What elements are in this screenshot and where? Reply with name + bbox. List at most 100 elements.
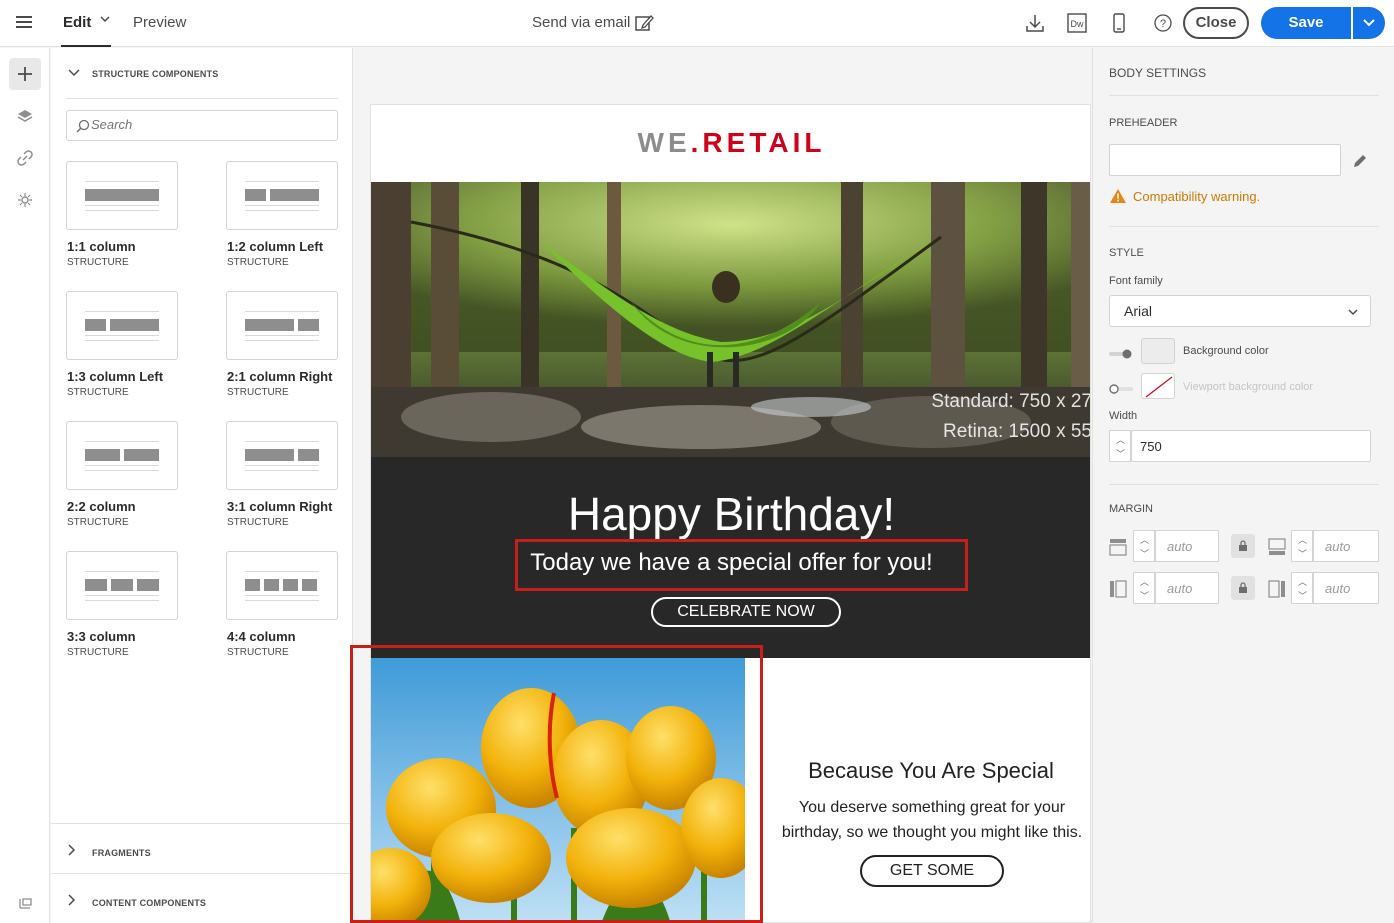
search-field[interactable] — [66, 110, 338, 141]
body-settings-panel: BODY SETTINGS PREHEADER Compatibility wa… — [1092, 48, 1394, 923]
settings-grid-icon — [18, 193, 32, 207]
structure-components-header[interactable]: STRUCTURE COMPONENTS — [68, 69, 219, 79]
component-3-1-column-right[interactable]: 3:1 column Right STRUCTURE — [226, 421, 338, 528]
divider — [1109, 95, 1379, 96]
dreamweaver-icon[interactable]: Dw — [1066, 12, 1088, 34]
bottom-rail-button[interactable] — [9, 888, 41, 920]
save-button[interactable]: Save — [1261, 7, 1351, 39]
special-body[interactable]: You deserve something great for your bir… — [776, 795, 1088, 845]
margin-lock-vertical[interactable] — [1231, 534, 1255, 558]
component-1-3-column-left[interactable]: 1:3 column Left STRUCTURE — [66, 291, 178, 398]
margin-right-stepper[interactable]: ︿ ﹀ — [1291, 572, 1313, 604]
layers-button[interactable] — [9, 100, 41, 132]
margin-left-icon — [1109, 580, 1127, 598]
component-thumbnail — [226, 551, 338, 620]
tab-edit[interactable]: Edit — [63, 14, 91, 31]
component-thumbnail — [66, 551, 178, 620]
component-type: STRUCTURE — [67, 517, 129, 528]
edit-subject-icon[interactable] — [634, 13, 654, 33]
margin-left-stepper[interactable]: ︿ ﹀ — [1133, 572, 1155, 604]
component-4-4-column[interactable]: 4:4 column STRUCTURE — [226, 551, 338, 658]
link-icon — [17, 150, 33, 166]
headline[interactable]: Happy Birthday! — [371, 487, 1090, 541]
compatibility-warning[interactable]: Compatibility warning. — [1109, 188, 1260, 204]
tab-preview[interactable]: Preview — [133, 14, 186, 31]
offer-text[interactable]: Today we have a special offer for you! — [371, 549, 1090, 577]
brand-logo[interactable]: WE.RETAIL — [371, 127, 1090, 159]
help-icon[interactable]: ? — [1152, 12, 1174, 34]
component-type: STRUCTURE — [67, 387, 129, 398]
get-some-button[interactable]: GET SOME — [860, 855, 1004, 887]
send-via-email-label[interactable]: Send via email — [532, 14, 630, 31]
component-name: 4:4 column — [227, 629, 296, 644]
birthday-section[interactable]: Happy Birthday! Today we have a special … — [371, 457, 1090, 658]
viewport-background-swatch[interactable] — [1141, 373, 1175, 399]
component-name: 2:1 column Right — [227, 369, 333, 384]
special-title[interactable]: Because You Are Special — [771, 758, 1090, 784]
margin-top-stepper[interactable]: ︿ ﹀ — [1133, 530, 1155, 562]
viewport-background-toggle[interactable] — [1109, 381, 1133, 394]
links-button[interactable] — [9, 142, 41, 174]
divider — [51, 873, 353, 874]
font-family-label: Font family — [1109, 275, 1163, 287]
component-name: 1:3 column Left — [67, 369, 164, 384]
preheader-input[interactable] — [1109, 144, 1341, 176]
margin-left-input[interactable]: auto — [1155, 572, 1219, 604]
fragments-label: FRAGMENTS — [92, 848, 151, 858]
mobile-preview-icon[interactable] — [1108, 12, 1130, 34]
menu-icon[interactable] — [16, 16, 32, 28]
margin-top-icon — [1109, 538, 1127, 556]
margin-bottom-stepper[interactable]: ︿ ﹀ — [1291, 530, 1313, 562]
margin-lock-horizontal[interactable] — [1231, 576, 1255, 600]
hammock-forest-image — [371, 182, 1090, 457]
component-2-2-column[interactable]: 2:2 column STRUCTURE — [66, 421, 178, 528]
component-thumbnail — [226, 291, 338, 360]
dw-text: Dw — [1071, 19, 1084, 29]
component-1-2-column-left[interactable]: 1:2 column Left STRUCTURE — [226, 161, 338, 268]
email-body[interactable]: WE.RETAIL Standard: 750 x 27 Retina: 150… — [370, 104, 1091, 923]
hero-image[interactable]: Standard: 750 x 27 Retina: 1500 x 55 — [371, 182, 1091, 457]
add-components-button[interactable] — [9, 58, 41, 90]
margin-bottom-input[interactable]: auto — [1313, 530, 1379, 562]
tulips-image[interactable] — [371, 658, 745, 922]
background-color-toggle[interactable] — [1109, 346, 1133, 359]
component-type: STRUCTURE — [67, 647, 129, 658]
chevron-right-icon — [68, 894, 76, 906]
no-color-icon — [1145, 376, 1173, 398]
download-icon[interactable] — [1024, 12, 1046, 34]
component-thumbnail — [66, 161, 178, 230]
chevron-down-icon[interactable] — [100, 13, 110, 27]
hero-retina-size: Retina: 1500 x 55 — [943, 421, 1091, 442]
width-stepper[interactable]: ︿ ﹀ — [1109, 430, 1131, 462]
close-button[interactable]: Close — [1183, 7, 1249, 39]
width-input[interactable] — [1131, 430, 1371, 462]
background-color-swatch[interactable] — [1141, 338, 1175, 364]
component-2-1-column-right[interactable]: 2:1 column Right STRUCTURE — [226, 291, 338, 398]
margin-right-input[interactable]: auto — [1313, 572, 1379, 604]
content-components-header[interactable]: CONTENT COMPONENTS — [68, 894, 206, 908]
save-options-button[interactable] — [1353, 7, 1385, 39]
divider — [1109, 226, 1379, 227]
hero-standard-size: Standard: 750 x 27 — [931, 391, 1091, 412]
component-3-3-column[interactable]: 3:3 column STRUCTURE — [66, 551, 178, 658]
personalization-button[interactable] — [9, 184, 41, 216]
logo-retail: RETAIL — [702, 127, 826, 158]
left-rail — [0, 48, 50, 923]
font-family-select[interactable]: Arial — [1109, 295, 1371, 327]
preheader-label: PREHEADER — [1109, 117, 1178, 129]
search-input[interactable] — [91, 117, 331, 132]
component-1-1-column[interactable]: 1:1 column STRUCTURE — [66, 161, 178, 268]
fragments-header[interactable]: FRAGMENTS — [68, 844, 151, 858]
active-tab-indicator — [61, 45, 111, 47]
pencil-icon[interactable] — [1351, 152, 1369, 175]
component-thumbnail — [66, 291, 178, 360]
component-thumbnail — [66, 421, 178, 490]
component-thumbnail — [226, 421, 338, 490]
component-name: 3:3 column — [67, 629, 136, 644]
component-type: STRUCTURE — [67, 257, 129, 268]
margin-top-input[interactable]: auto — [1155, 530, 1219, 562]
chevron-down-icon — [68, 69, 80, 77]
component-name: 1:1 column — [67, 239, 136, 254]
margin-label: MARGIN — [1109, 503, 1153, 515]
celebrate-now-button[interactable]: CELEBRATE NOW — [651, 597, 841, 627]
